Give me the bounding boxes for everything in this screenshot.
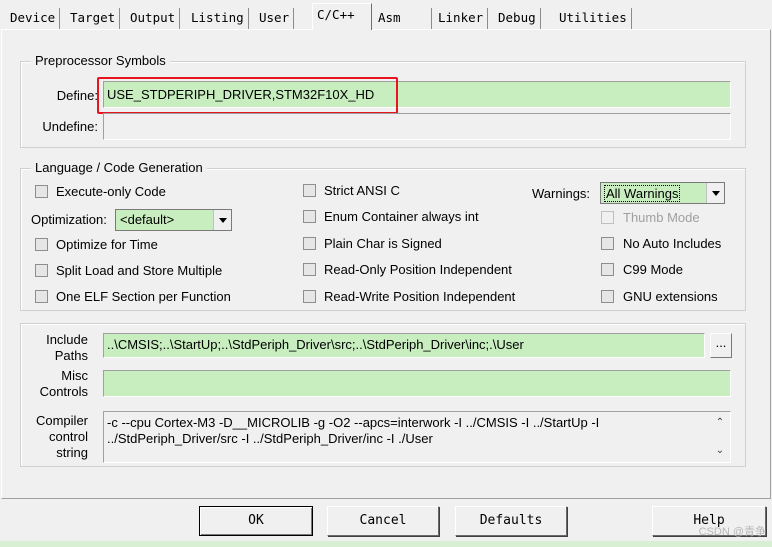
plain-char-checkbox[interactable] (303, 237, 316, 250)
c99-mode-label: C99 Mode (623, 262, 683, 277)
bottom-strip (0, 541, 772, 547)
misc-label-line-1: Misc (61, 368, 88, 383)
compiler-label-line-1: Compiler (35, 413, 88, 428)
misc-controls-input[interactable] (103, 370, 731, 397)
compiler-control-label: Compiler control string (28, 413, 88, 461)
include-label-line-2: Paths (54, 348, 88, 363)
tab-target[interactable]: Target (66, 8, 121, 30)
optimization-value: <default> (120, 212, 175, 227)
execute-only-checkbox[interactable] (35, 185, 48, 198)
tab-linker[interactable]: Linker (434, 8, 489, 30)
tab-bar: Device Target Output Listing User C/C++ … (0, 0, 772, 30)
watermark-text: CSDN @青争 (698, 526, 766, 538)
gnu-extensions-label: GNU extensions (623, 289, 718, 304)
chevron-down-icon[interactable] (706, 183, 724, 203)
strict-ansi-label: Strict ANSI C (324, 183, 400, 198)
warnings-label: Warnings: (532, 186, 591, 201)
misc-label-line-2: Controls (39, 384, 88, 399)
browse-button[interactable]: ... (710, 333, 732, 358)
cancel-button[interactable]: Cancel (327, 506, 439, 536)
language-title: Language / Code Generation (31, 160, 207, 175)
compiler-label-line-2: control (48, 429, 88, 444)
preprocessor-title: Preprocessor Symbols (31, 53, 170, 68)
split-load-checkbox[interactable] (35, 264, 48, 277)
chevron-down-icon[interactable] (213, 210, 231, 230)
one-elf-label: One ELF Section per Function (56, 289, 231, 304)
split-load-label: Split Load and Store Multiple (56, 263, 223, 278)
tab-asm[interactable]: Asm (374, 8, 432, 30)
gnu-extensions-checkbox[interactable] (601, 290, 614, 303)
undefine-label: Undefine: (42, 119, 98, 134)
tab-debug[interactable]: Debug (494, 8, 541, 30)
ro-position-label: Read-Only Position Independent (324, 262, 512, 277)
no-auto-includes-label: No Auto Includes (623, 236, 722, 251)
thumb-mode-checkbox[interactable] (601, 211, 614, 224)
tab-user[interactable]: User (255, 8, 295, 30)
enum-container-label: Enum Container always int (324, 209, 479, 224)
execute-only-label: Execute-only Code (56, 184, 166, 199)
tab-device[interactable]: Device (6, 8, 61, 30)
warnings-select[interactable]: All Warnings (600, 182, 725, 204)
undefine-input[interactable] (103, 113, 731, 140)
include-label-line-1: Include (46, 332, 88, 347)
plain-char-label: Plain Char is Signed (324, 236, 442, 251)
chevron-up-icon[interactable]: ⌃ (716, 417, 724, 429)
rw-position-checkbox[interactable] (303, 290, 316, 303)
defaults-button[interactable]: Defaults (455, 506, 567, 536)
tab-listing[interactable]: Listing (187, 8, 249, 30)
highlight-box (97, 77, 398, 114)
warnings-value: All Warnings (604, 185, 681, 202)
compiler-label-line-3: string (56, 445, 88, 460)
define-label: Define: (56, 88, 98, 103)
one-elf-checkbox[interactable] (35, 290, 48, 303)
misc-controls-label: Misc Controls (28, 368, 88, 400)
tab-cc[interactable]: C/C++ (312, 3, 372, 30)
optimize-time-checkbox[interactable] (35, 238, 48, 251)
tab-utilities[interactable]: Utilities (555, 8, 632, 30)
ok-button[interactable]: OK (199, 506, 313, 536)
strict-ansi-checkbox[interactable] (303, 184, 316, 197)
compiler-control-box[interactable]: -c --cpu Cortex-M3 -D__MICROLIB -g -O2 -… (103, 411, 731, 463)
include-paths-input[interactable]: ..\CMSIS;..\StartUp;..\StdPeriph_Driver\… (103, 333, 705, 358)
ro-position-checkbox[interactable] (303, 263, 316, 276)
c99-mode-checkbox[interactable] (601, 263, 614, 276)
tab-output[interactable]: Output (126, 8, 181, 30)
rw-position-label: Read-Write Position Independent (324, 289, 516, 304)
optimization-label: Optimization: (31, 212, 107, 227)
compiler-scrollbar[interactable]: ⌃ ⌄ (711, 413, 729, 461)
chevron-down-icon[interactable]: ⌄ (716, 445, 724, 457)
thumb-mode-label: Thumb Mode (623, 210, 700, 225)
compiler-control-text: -c --cpu Cortex-M3 -D__MICROLIB -g -O2 -… (107, 415, 600, 446)
include-paths-label: Include Paths (28, 332, 88, 364)
optimize-time-label: Optimize for Time (56, 237, 158, 252)
optimization-select[interactable]: <default> (115, 209, 232, 231)
enum-container-checkbox[interactable] (303, 210, 316, 223)
no-auto-includes-checkbox[interactable] (601, 237, 614, 250)
